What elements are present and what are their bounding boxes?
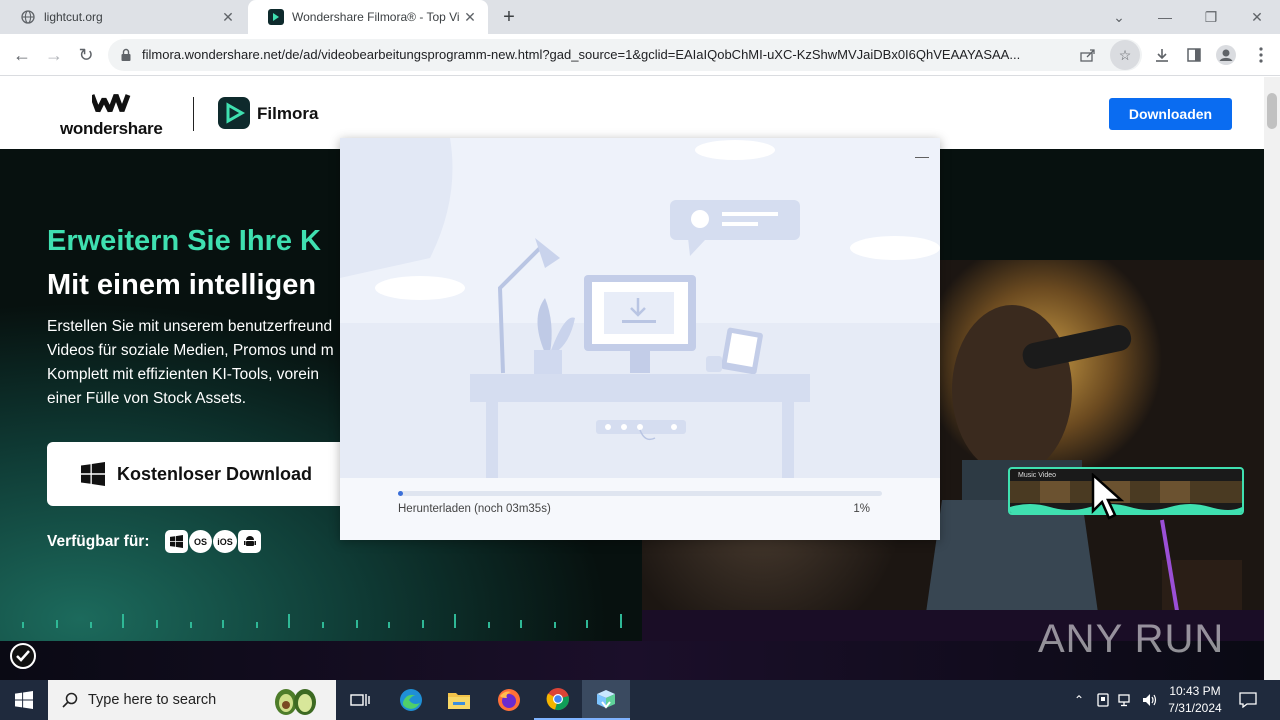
file-explorer-icon[interactable]: [435, 680, 483, 720]
android-icon[interactable]: [238, 530, 261, 553]
volume-icon[interactable]: [1141, 692, 1159, 708]
tab-filmora[interactable]: Wondershare Filmora® - Top Vi ✕: [248, 0, 488, 34]
ios-icon[interactable]: iOS: [213, 530, 237, 553]
hero-paragraph-line: Erstellen Sie mit unserem benutzerfreund: [47, 318, 333, 335]
back-button[interactable]: ←: [8, 41, 36, 69]
macos-icon[interactable]: OS: [189, 530, 212, 553]
windows-logo-icon: [15, 691, 33, 709]
header-download-button[interactable]: Downloaden: [1109, 98, 1232, 130]
tray-device-icon[interactable]: [1094, 692, 1112, 708]
search-placeholder: Type here to search: [88, 692, 217, 708]
tray-overflow-chevron-icon[interactable]: ⌃: [1070, 692, 1088, 708]
hero-paragraph-line: Komplett mit effizienten KI-Tools, vorei…: [47, 366, 319, 383]
download-progress-bar: [398, 491, 882, 496]
tab-lightcut[interactable]: lightcut.org ✕: [0, 0, 246, 34]
filmora-favicon: [268, 9, 284, 25]
globe-icon: [20, 9, 36, 25]
hero-paragraph-line: Videos für soziale Medien, Promos und m: [47, 342, 334, 359]
lock-icon[interactable]: [120, 48, 132, 67]
network-icon[interactable]: [1117, 692, 1135, 708]
sidepanel-icon[interactable]: [1183, 44, 1205, 66]
page-scrollbar[interactable]: [1264, 77, 1280, 685]
free-download-label: Kostenloser Download: [117, 463, 313, 484]
reload-button[interactable]: ↻: [72, 41, 100, 69]
restore-window-button[interactable]: ❐: [1188, 0, 1234, 34]
browser-menu-icon[interactable]: [1250, 44, 1272, 66]
desk-illustration: [340, 138, 940, 478]
address-bar[interactable]: filmora.wondershare.net/de/ad/videobearb…: [108, 39, 1142, 71]
minimize-window-button[interactable]: —: [1142, 0, 1188, 34]
cursor-arrow-icon: [1091, 473, 1125, 520]
tab-title: lightcut.org: [44, 10, 103, 24]
taskbar-search-box[interactable]: Type here to search: [48, 680, 336, 720]
audio-wave-decoration: [22, 614, 622, 628]
notification-icon[interactable]: [1238, 692, 1258, 708]
hero-headline: Erweitern Sie Ihre K: [47, 225, 321, 257]
filmora-logo-icon[interactable]: [218, 97, 250, 129]
tab-title: Wondershare Filmora® - Top Vi: [292, 10, 460, 24]
clip-label: Music Video: [1018, 472, 1057, 479]
windows-icon[interactable]: [165, 530, 188, 553]
browser-toolbar: ← → ↻ filmora.wondershare.net/de/ad/vide…: [0, 34, 1280, 76]
hero-paragraph-line: einer Fülle von Stock Assets.: [47, 390, 247, 407]
available-for-label: Verfügbar für:: [47, 533, 150, 550]
forward-button[interactable]: →: [40, 41, 68, 69]
windows-icon: [81, 462, 105, 486]
download-progress-fill: [398, 491, 403, 496]
clock-date[interactable]: 7/31/2024: [1164, 701, 1226, 715]
close-tab-icon[interactable]: ✕: [460, 7, 480, 27]
new-tab-button[interactable]: +: [498, 6, 520, 28]
dialog-minimize-button[interactable]: —: [912, 146, 932, 166]
wondershare-wordmark: wondershare: [60, 119, 163, 138]
search-icon: [62, 692, 78, 708]
installer-dialog: — Herunterladen (noch 03m35s) 1%: [340, 138, 940, 540]
download-status-text: Herunterladen (noch 03m35s): [398, 503, 551, 515]
bookmark-star-icon[interactable]: ☆: [1110, 40, 1140, 70]
close-window-button[interactable]: ✕: [1234, 0, 1280, 34]
chrome-icon[interactable]: [534, 680, 582, 720]
close-tab-icon[interactable]: ✕: [218, 7, 238, 27]
avocado-icon: [275, 689, 316, 715]
windows-taskbar: Type here to search ⌃ 10:43 PM 7/31/2024: [0, 680, 1280, 720]
shield-check-icon[interactable]: [10, 643, 36, 674]
clock-time[interactable]: 10:43 PM: [1168, 684, 1222, 698]
scrollbar-thumb[interactable]: [1267, 93, 1277, 129]
task-view-icon[interactable]: [336, 680, 384, 720]
free-download-button[interactable]: Kostenloser Download: [47, 442, 347, 506]
firefox-icon[interactable]: [485, 680, 533, 720]
tab-search-icon[interactable]: ⌄: [1096, 0, 1142, 34]
wondershare-logo[interactable]: wondershare: [60, 93, 170, 138]
url-text[interactable]: filmora.wondershare.net/de/ad/videobearb…: [142, 47, 1072, 62]
download-icon[interactable]: [1151, 44, 1173, 66]
start-button[interactable]: [0, 680, 48, 720]
download-percent-text: 1%: [853, 503, 870, 515]
anyrun-watermark: ANY RUN: [1038, 617, 1225, 661]
share-icon[interactable]: [1078, 45, 1098, 65]
header-divider: [193, 97, 194, 131]
edge-icon[interactable]: [387, 680, 435, 720]
installer-taskbar-icon[interactable]: [582, 680, 630, 720]
filmora-wordmark[interactable]: Filmora: [257, 104, 318, 124]
wondershare-mark-icon: [92, 94, 131, 113]
browser-tab-bar: lightcut.org ✕ Wondershare Filmora® - To…: [0, 0, 1280, 34]
profile-avatar-icon[interactable]: [1215, 44, 1237, 66]
hero-subheadline: Mit einem intelligen: [47, 269, 317, 301]
